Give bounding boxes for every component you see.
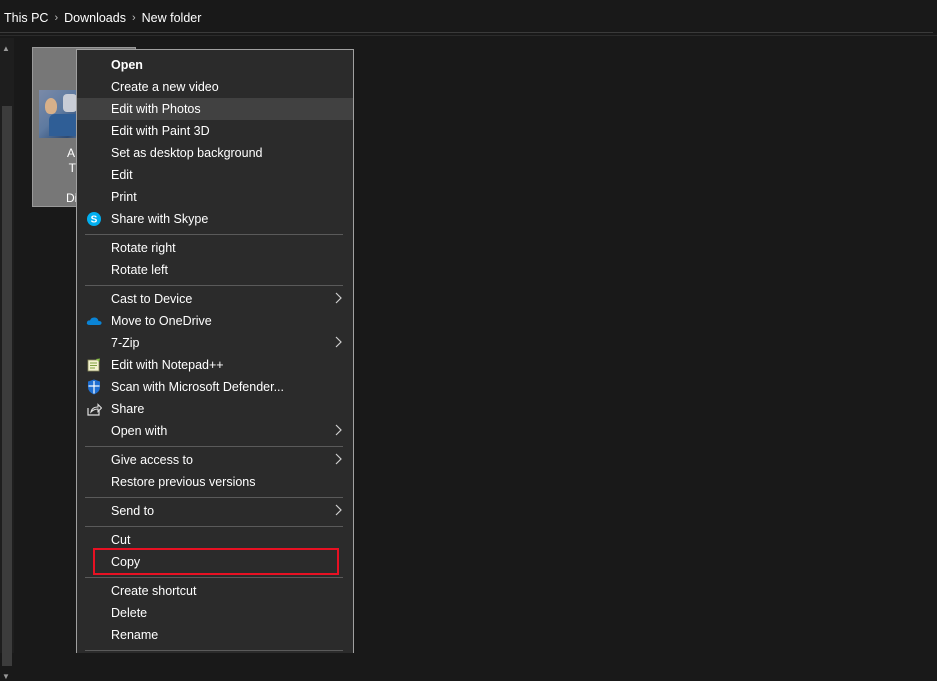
notepadpp-icon [86,357,102,373]
menu-item-label: Give access to [111,453,193,467]
menu-item-label: Delete [111,606,148,620]
breadcrumb: This PC › Downloads › New folder [0,4,933,33]
submenu-arrow-icon [333,452,343,466]
svg-text:S: S [91,215,98,226]
menu-separator [85,285,343,286]
menu-item-move-to-onedrive[interactable]: Move to OneDrive [77,310,353,332]
menu-item-set-desktop-background[interactable]: Set as desktop background [77,142,353,164]
menu-item-edit-with-photos[interactable]: Edit with Photos [77,98,353,120]
menu-item-label: Rotate left [111,263,168,277]
menu-item-label: Cast to Device [111,292,193,306]
menu-item-cast-to-device[interactable]: Cast to Device [77,288,353,310]
menu-item-open-with[interactable]: Open with [77,420,353,442]
menu-item-7zip[interactable]: 7-Zip [77,332,353,354]
menu-item-give-access-to[interactable]: Give access to [77,449,353,471]
menu-separator [85,234,343,235]
submenu-arrow-icon [333,503,343,517]
menu-item-label: Rotate right [111,241,176,255]
menu-item-label: Edit with Photos [111,102,201,116]
breadcrumb-downloads[interactable]: Downloads [60,11,130,25]
menu-item-label: Rename [111,628,159,642]
menu-item-label: Share [111,402,145,416]
breadcrumb-chevron-icon[interactable]: › [52,12,60,24]
menu-item-edit[interactable]: Edit [77,164,353,186]
menu-item-label: Set as desktop background [111,146,263,160]
submenu-arrow-icon [333,291,343,305]
menu-item-open[interactable]: Open [77,54,353,76]
menu-item-label: 7-Zip [111,336,140,350]
menu-item-label: Send to [111,504,155,518]
menu-item-restore-previous-versions[interactable]: Restore previous versions [77,471,353,493]
menu-item-label: Open with [111,424,168,438]
menu-item-share-with-skype[interactable]: S Share with Skype [77,208,353,230]
scrollbar-thumb[interactable] [2,106,12,666]
scroll-down-icon[interactable]: ▼ [2,672,10,681]
address-bar: This PC › Downloads › New folder [0,0,937,36]
menu-item-rotate-right[interactable]: Rotate right [77,237,353,259]
menu-item-rename[interactable]: Rename [77,624,353,646]
menu-item-label: Edit with Notepad++ [111,358,224,372]
skype-icon: S [86,211,102,227]
menu-item-share[interactable]: Share [77,398,353,420]
menu-item-label: Edit with Paint 3D [111,124,210,138]
scroll-up-icon[interactable]: ▲ [2,44,10,53]
menu-item-label: Restore previous versions [111,475,256,489]
menu-item-label: Edit [111,168,133,182]
menu-item-label: Move to OneDrive [111,314,212,328]
share-icon [86,401,102,417]
menu-separator [85,446,343,447]
menu-item-label: Scan with Microsoft Defender... [111,380,284,394]
menu-item-create-new-video[interactable]: Create a new video [77,76,353,98]
onedrive-icon [86,313,102,329]
menu-separator [85,577,343,578]
menu-item-rotate-left[interactable]: Rotate left [77,259,353,281]
menu-item-delete[interactable]: Delete [77,602,353,624]
defender-icon [86,379,102,395]
breadcrumb-chevron-icon[interactable]: › [130,12,138,24]
menu-item-label: Create shortcut [111,584,197,598]
menu-separator [85,497,343,498]
menu-item-print[interactable]: Print [77,186,353,208]
copy-highlight-outline [93,548,339,575]
menu-item-label: Create a new video [111,80,219,94]
menu-item-label: Cut [111,533,131,547]
breadcrumb-this-pc[interactable]: This PC [0,11,52,25]
menu-item-scan-with-defender[interactable]: Scan with Microsoft Defender... [77,376,353,398]
navigation-pane: ▲ ▼ [0,38,14,681]
menu-item-label: Share with Skype [111,212,209,226]
menu-item-create-shortcut[interactable]: Create shortcut [77,580,353,602]
menu-item-send-to[interactable]: Send to [77,500,353,522]
menu-separator [85,526,343,527]
menu-item-label: Open [111,58,143,72]
menu-item-edit-with-paint-3d[interactable]: Edit with Paint 3D [77,120,353,142]
breadcrumb-new-folder[interactable]: New folder [138,11,206,25]
menu-item-edit-with-notepadpp[interactable]: Edit with Notepad++ [77,354,353,376]
submenu-arrow-icon [333,335,343,349]
submenu-arrow-icon [333,423,343,437]
menu-item-label: Print [111,190,137,204]
menu-separator [85,650,343,651]
